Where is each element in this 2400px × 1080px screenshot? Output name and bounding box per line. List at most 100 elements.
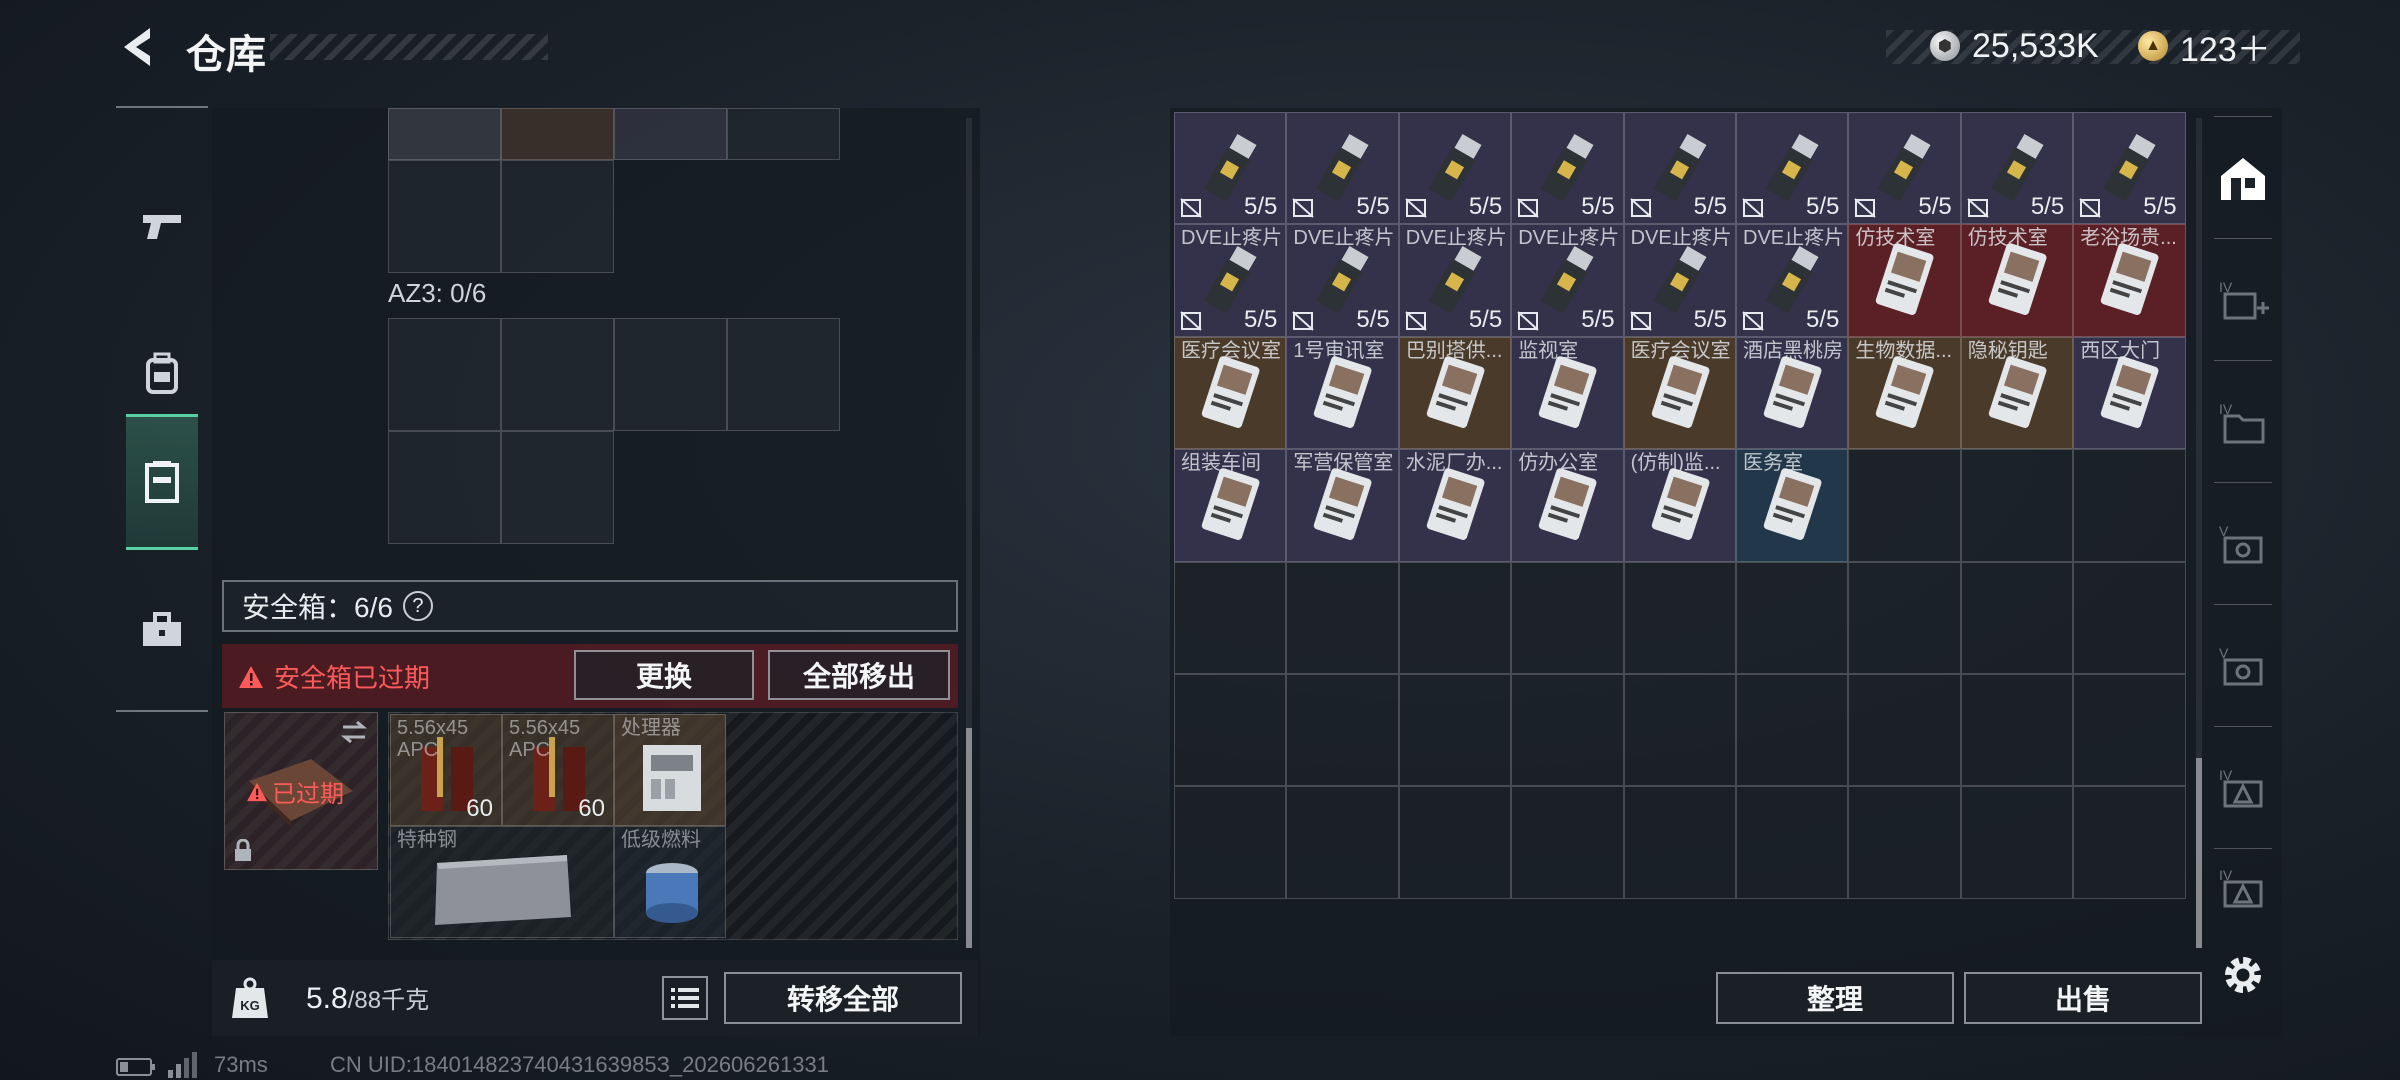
settings-gear-icon[interactable] [2218,950,2268,1000]
swap-icon[interactable] [339,721,369,743]
stash-item[interactable]: 医疗会议室 [1174,336,1287,450]
remove-all-button[interactable]: 全部移出 [768,650,950,700]
stash-empty-slot[interactable] [1960,786,2074,899]
stash-item[interactable]: 仿技术室 [1960,224,2074,337]
container-slot[interactable] [388,108,501,160]
stash-empty-slot[interactable] [1398,561,1512,674]
stash-item[interactable]: 5/5 [1174,112,1287,225]
stash-empty-slot[interactable] [1398,786,1512,899]
stash-empty-slot[interactable] [2073,786,2186,899]
stash-tab-triangle-2[interactable]: IV [2208,830,2278,948]
safe-item[interactable]: 低级燃料 [614,826,726,938]
stash-empty-slot[interactable] [1286,561,1399,674]
stash-item[interactable]: 5/5 [1623,112,1736,225]
stash-item[interactable]: 老浴场贵... [2073,224,2186,337]
stash-empty-slot[interactable] [1623,561,1736,674]
stash-empty-slot[interactable] [1960,449,2074,562]
stash-item[interactable]: 西区大门 [2073,336,2186,450]
stash-item[interactable]: DVE止疼片 5/5 [1286,224,1399,337]
safe-item[interactable]: 5.56x45 APC 60 [502,714,614,826]
stash-item[interactable]: 仿办公室 [1511,449,1624,562]
az3-slot[interactable] [614,318,727,431]
stash-item[interactable]: 5/5 [1848,112,1961,225]
stash-item[interactable]: 医务室 [1736,449,1849,562]
stash-item[interactable]: 5/5 [1511,112,1624,225]
stash-item[interactable]: (仿制)监... [1623,449,1736,562]
list-view-button[interactable] [662,976,708,1020]
safe-item[interactable]: 特种钢 [390,826,614,938]
stash-empty-slot[interactable] [1398,674,1512,787]
stash-item[interactable]: DVE止疼片 5/5 [1174,224,1287,337]
stash-empty-slot[interactable] [1286,786,1399,899]
stash-empty-slot[interactable] [1511,674,1624,787]
stash-empty-slot[interactable] [1736,786,1849,899]
stash-empty-slot[interactable] [2073,674,2186,787]
stash-item[interactable]: DVE止疼片 5/5 [1511,224,1624,337]
stash-item[interactable]: 隐秘钥匙 [1960,336,2074,450]
help-icon[interactable]: ? [402,591,433,621]
stash-item[interactable]: 5/5 [1286,112,1399,225]
replace-button[interactable]: 更换 [574,650,754,700]
safe-item[interactable]: 处理器 [614,714,726,826]
stash-item[interactable]: 水泥厂办... [1398,449,1512,562]
stash-empty-slot[interactable] [1960,561,2074,674]
transfer-all-button[interactable]: 转移全部 [724,972,962,1024]
stash-empty-slot[interactable] [1960,674,2074,787]
stash-item[interactable]: 巴别塔供... [1398,336,1512,450]
container-slot[interactable] [501,160,614,273]
stash-empty-slot[interactable] [1286,674,1399,787]
stash-scroll-thumb[interactable] [2196,758,2202,948]
currency-silver[interactable]: ⬢ 25,533K [1930,22,2099,70]
stash-empty-slot[interactable] [1623,786,1736,899]
container-slot[interactable] [727,108,840,160]
az3-slot[interactable] [388,431,501,544]
stash-item[interactable]: 5/5 [1960,112,2074,225]
stash-item[interactable]: 军营保管室 [1286,449,1399,562]
container-slot[interactable] [614,108,727,160]
stash-tab-gear-v2[interactable]: V [2208,608,2278,726]
left-scroll-thumb[interactable] [966,728,972,948]
stash-item[interactable]: DVE止疼片 5/5 [1736,224,1849,337]
stash-empty-slot[interactable] [1736,561,1849,674]
stash-item[interactable]: 仿技术室 [1848,224,1961,337]
stash-item[interactable]: 监视室 [1511,336,1624,450]
stash-item[interactable]: 组装车间 [1174,449,1287,562]
stash-tab-add[interactable]: IV [2208,242,2278,360]
stash-empty-slot[interactable] [1511,561,1624,674]
stash-empty-slot[interactable] [1174,561,1287,674]
currency-gold[interactable]: ▲ 123＋ [2138,22,2271,70]
rail-toolbox[interactable] [126,562,198,698]
stash-item[interactable]: DVE止疼片 5/5 [1623,224,1736,337]
left-scrollbar[interactable] [966,118,972,948]
stash-item[interactable]: 酒店黑桃房 [1736,336,1849,450]
stash-item[interactable]: 5/5 [1736,112,1849,225]
stash-empty-slot[interactable] [1174,674,1287,787]
stash-empty-slot[interactable] [1174,786,1287,899]
stash-empty-slot[interactable] [2073,561,2186,674]
sort-button[interactable]: 整理 [1716,972,1954,1024]
az3-slot[interactable] [501,318,614,431]
stash-empty-slot[interactable] [1848,449,1961,562]
stash-item[interactable]: DVE止疼片 5/5 [1398,224,1512,337]
az3-slot[interactable] [388,318,501,431]
stash-item[interactable]: 5/5 [2073,112,2186,225]
safe-item[interactable]: 5.56x45 APC 60 [390,714,502,826]
stash-tab-main[interactable] [2208,120,2278,238]
stash-item[interactable]: 5/5 [1398,112,1512,225]
stash-scrollbar[interactable] [2196,118,2202,948]
az3-slot[interactable] [501,431,614,544]
stash-empty-slot[interactable] [2073,449,2186,562]
stash-item[interactable]: 1号审讯室 [1286,336,1399,450]
stash-empty-slot[interactable] [1736,674,1849,787]
sell-button[interactable]: 出售 [1964,972,2202,1024]
stash-empty-slot[interactable] [1511,786,1624,899]
stash-item[interactable]: 医疗会议室 [1623,336,1736,450]
stash-empty-slot[interactable] [1848,786,1961,899]
stash-tab-gear-v[interactable]: V [2208,486,2278,604]
stash-empty-slot[interactable] [1623,674,1736,787]
stash-empty-slot[interactable] [1848,561,1961,674]
back-arrow-icon[interactable] [112,22,162,72]
stash-item[interactable]: 生物数据... [1848,336,1961,450]
stash-tab-folder[interactable]: IV [2208,364,2278,482]
stash-empty-slot[interactable] [1848,674,1961,787]
